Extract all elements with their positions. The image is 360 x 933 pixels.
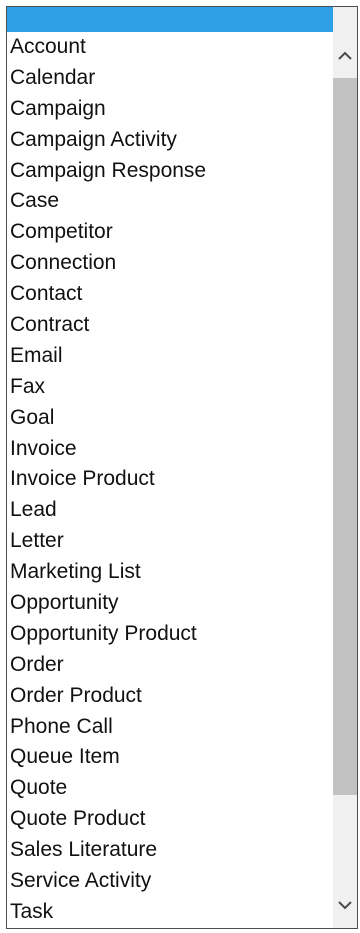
entity-type-dropdown[interactable]: Account Calendar Campaign Campaign Activ…: [6, 6, 358, 929]
vertical-scrollbar[interactable]: [333, 7, 357, 928]
option-email[interactable]: Email: [7, 341, 333, 372]
option-task[interactable]: Task: [7, 897, 333, 928]
option-marketing-list[interactable]: Marketing List: [7, 557, 333, 588]
option-calendar[interactable]: Calendar: [7, 63, 333, 94]
option-phone-call[interactable]: Phone Call: [7, 712, 333, 743]
scroll-up-button[interactable]: [333, 32, 357, 78]
option-service-activity[interactable]: Service Activity: [7, 866, 333, 897]
option-contact[interactable]: Contact: [7, 279, 333, 310]
option-goal[interactable]: Goal: [7, 403, 333, 434]
option-campaign-response[interactable]: Campaign Response: [7, 156, 333, 187]
option-case[interactable]: Case: [7, 186, 333, 217]
option-campaign[interactable]: Campaign: [7, 94, 333, 125]
option-quote-product[interactable]: Quote Product: [7, 804, 333, 835]
option-contract[interactable]: Contract: [7, 310, 333, 341]
option-invoice[interactable]: Invoice: [7, 434, 333, 465]
option-order-product[interactable]: Order Product: [7, 681, 333, 712]
option-letter[interactable]: Letter: [7, 526, 333, 557]
option-order[interactable]: Order: [7, 650, 333, 681]
option-competitor[interactable]: Competitor: [7, 217, 333, 248]
option-invoice-product[interactable]: Invoice Product: [7, 464, 333, 495]
chevron-up-icon: [338, 51, 352, 60]
scroll-down-button[interactable]: [333, 882, 357, 928]
option-sales-literature[interactable]: Sales Literature: [7, 835, 333, 866]
option-fax[interactable]: Fax: [7, 372, 333, 403]
option-lead[interactable]: Lead: [7, 495, 333, 526]
dropdown-listbox[interactable]: Account Calendar Campaign Campaign Activ…: [7, 7, 333, 928]
option-quote[interactable]: Quote: [7, 773, 333, 804]
option-opportunity-product[interactable]: Opportunity Product: [7, 619, 333, 650]
option-opportunity[interactable]: Opportunity: [7, 588, 333, 619]
chevron-down-icon: [338, 900, 352, 910]
option-account[interactable]: Account: [7, 32, 333, 63]
option-queue-item[interactable]: Queue Item: [7, 742, 333, 773]
option-connection[interactable]: Connection: [7, 248, 333, 279]
option-blank-selected[interactable]: [7, 7, 333, 32]
scroll-thumb[interactable]: [333, 78, 357, 795]
option-campaign-activity[interactable]: Campaign Activity: [7, 125, 333, 156]
